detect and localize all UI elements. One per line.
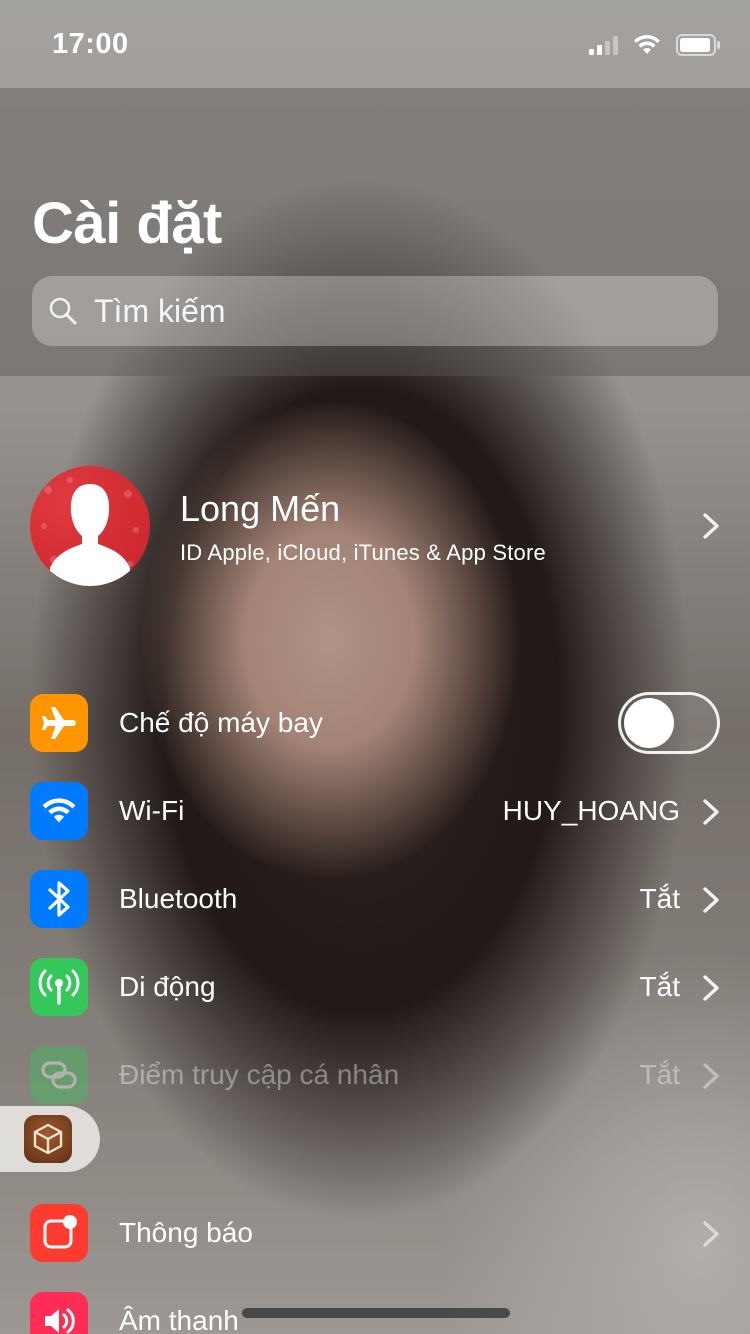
status-time: 17:00 [52,28,129,60]
notifications-icon [30,1204,88,1262]
home-indicator[interactable] [242,1308,510,1318]
battery-icon [676,34,720,56]
airplane-mode-label: Chế độ máy bay [119,707,323,738]
search-input[interactable]: Tìm kiếm [32,276,718,346]
wifi-network-value: HUY_HOANG [502,795,680,826]
bluetooth-icon [30,870,88,928]
toggle-knob [624,698,674,748]
apple-id-profile-row[interactable]: Long Mến ID Apple, iCloud, iTunes & App … [30,466,720,588]
profile-name: Long Mến [180,488,341,529]
wifi-icon [634,35,660,54]
settings-row-airplane-mode[interactable]: Chế độ máy bay [30,692,720,754]
search-icon [49,297,77,325]
chevron-right-icon [703,799,719,825]
chevron-right-icon [703,513,719,539]
cellular-signal-icon [589,35,618,55]
settings-row-bluetooth[interactable]: Bluetooth Tắt [30,870,720,930]
settings-row-wifi[interactable]: Wi-Fi HUY_HOANG [30,782,720,842]
sounds-label: Âm thanh [119,1305,239,1334]
hotspot-icon [30,1046,88,1104]
cellular-value: Tắt [639,971,680,1002]
wifi-label: Wi-Fi [119,795,185,826]
chevron-right-icon [703,1221,719,1247]
bluetooth-label: Bluetooth [119,883,238,914]
notifications-label: Thông báo [119,1217,253,1248]
personal-hotspot-label: Điểm truy cập cá nhân [119,1059,400,1090]
settings-row-notifications[interactable]: Thông báo [30,1204,720,1264]
chevron-right-icon [703,887,719,913]
wifi-icon [30,782,88,840]
person-silhouette-icon [41,477,139,586]
bluetooth-value: Tắt [639,883,680,914]
cydia-app-icon [24,1115,72,1163]
status-bar: 17:00 [0,0,750,88]
search-placeholder: Tìm kiếm [94,292,226,329]
cellular-label: Di động [119,971,216,1002]
chevron-right-icon [703,1063,719,1089]
floating-shortcut-button[interactable] [0,1106,100,1172]
status-icons [589,34,722,56]
chevron-right-icon [703,975,719,1001]
avatar [30,466,150,586]
settings-row-cellular[interactable]: Di động Tắt [30,958,720,1018]
sound-icon [30,1292,88,1334]
airplane-icon [30,694,88,752]
cellular-antenna-icon [30,958,88,1016]
page-title: Cài đặt [32,191,222,256]
airplane-mode-toggle[interactable] [618,692,720,754]
settings-row-personal-hotspot[interactable]: Điểm truy cập cá nhân Tắt [30,1046,720,1106]
profile-subtitle: ID Apple, iCloud, iTunes & App Store [180,540,546,565]
personal-hotspot-value: Tắt [639,1059,680,1090]
settings-screen: 17:00 Cài đặt Tìm kiếm Long Mến ID Apple… [0,0,750,1334]
